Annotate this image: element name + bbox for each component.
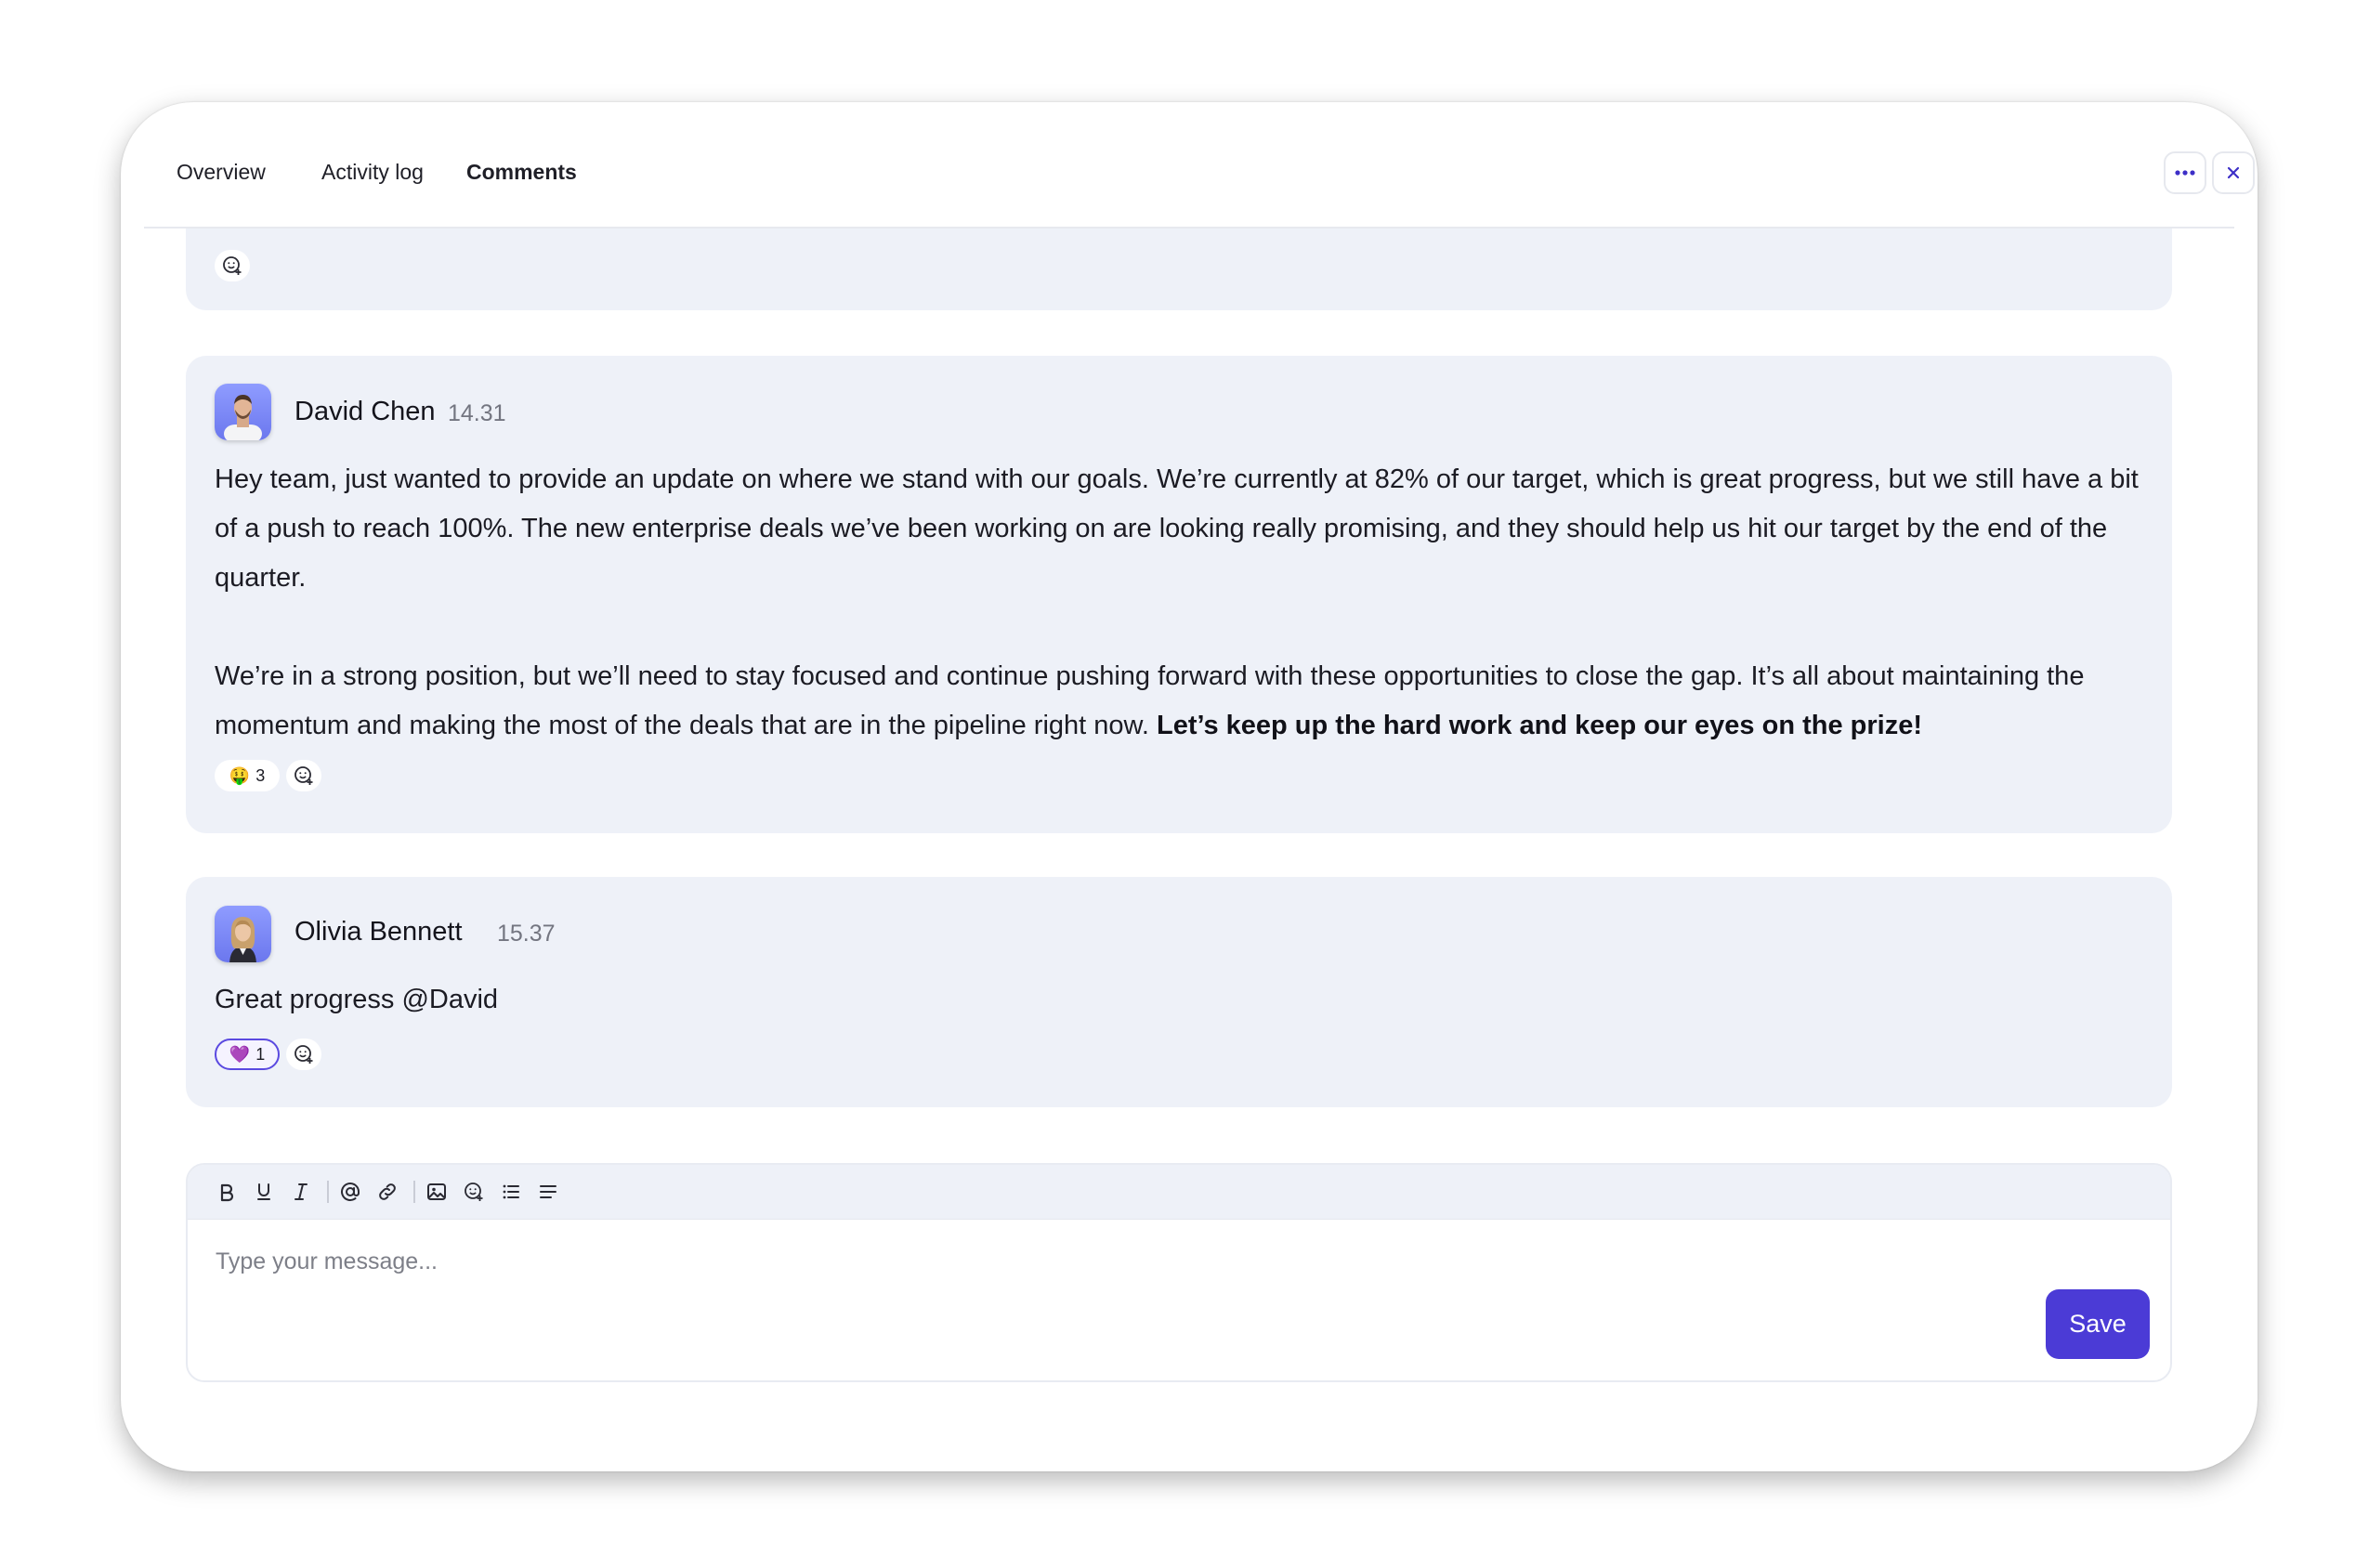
editor-toolbar [188,1165,2170,1220]
comment-time: 15.37 [497,921,556,947]
comments-panel: Overview Activity log Comments David Che… [121,102,2258,1471]
reaction-chip[interactable]: 🤑 3 [215,760,280,791]
comment-author: David Chen [294,397,436,426]
reaction-count: 3 [255,765,266,785]
link-button[interactable] [373,1178,401,1206]
comment-paragraph: Hey team, just wanted to provide an upda… [215,464,2139,593]
add-reaction-button[interactable] [215,250,250,281]
add-emoji-icon [294,766,313,785]
avatar [215,906,271,962]
comment-editor: Save [186,1163,2172,1382]
underline-icon [257,1183,270,1200]
comment-bold-text: Let’s keep up the hard work and keep our… [1156,711,1922,740]
align-icon [540,1185,556,1198]
more-options-button[interactable] [2164,151,2206,194]
close-icon [2227,166,2240,179]
panel-header: Overview Activity log Comments [144,102,2255,229]
avatar [215,384,271,440]
more-horizontal-icon [2175,170,2195,176]
bold-button[interactable] [213,1178,241,1206]
bold-icon [220,1183,234,1202]
emoji-button[interactable] [460,1178,488,1206]
comment-time: 14.31 [448,400,506,426]
save-button[interactable]: Save [2046,1289,2150,1359]
toolbar-divider [413,1181,415,1203]
link-icon [379,1183,396,1200]
reaction-count: 1 [255,1044,266,1064]
comment-author: Olivia Bennett [294,917,463,947]
add-emoji-icon [294,1045,313,1064]
add-reaction-button[interactable] [286,760,321,791]
comments-list[interactable]: David Chen 14.31 Hey team, just wanted t… [121,229,2258,1471]
comment-text: Hey team, just wanted to provide an upda… [215,455,2147,751]
comment-paragraph: We’re in a strong position, but we’ll ne… [215,661,2085,740]
money-face-emoji: 🤑 [229,765,251,785]
emoji-icon [465,1183,483,1201]
message-input[interactable] [216,1243,1888,1280]
image-icon [427,1183,446,1200]
bulleted-list-button[interactable] [497,1178,525,1206]
toolbar-divider [327,1181,329,1203]
add-emoji-icon [223,256,242,275]
tab-overview[interactable]: Overview [177,160,266,185]
mention-button[interactable] [336,1178,364,1206]
close-button[interactable] [2212,151,2255,194]
reaction-chip[interactable]: 💜 1 [215,1039,280,1070]
mention-icon [341,1182,360,1201]
tab-comments[interactable]: Comments [466,160,577,185]
tab-activity-log[interactable]: Activity log [321,160,424,185]
italic-button[interactable] [287,1178,315,1206]
comment-text: Great progress @David [215,985,499,1014]
bulleted-list-icon [503,1184,519,1199]
underline-button[interactable] [250,1178,278,1206]
purple-heart-emoji: 💜 [229,1044,251,1064]
add-reaction-button[interactable] [286,1039,321,1070]
align-button[interactable] [534,1178,562,1206]
italic-icon [294,1183,308,1200]
comment-card: David Chen 14.31 Hey team, just wanted t… [186,356,2172,833]
image-button[interactable] [423,1178,451,1206]
comment-card: Olivia Bennett 15.37 Great progress @Dav… [186,877,2172,1107]
comment-card-previous [186,229,2172,310]
